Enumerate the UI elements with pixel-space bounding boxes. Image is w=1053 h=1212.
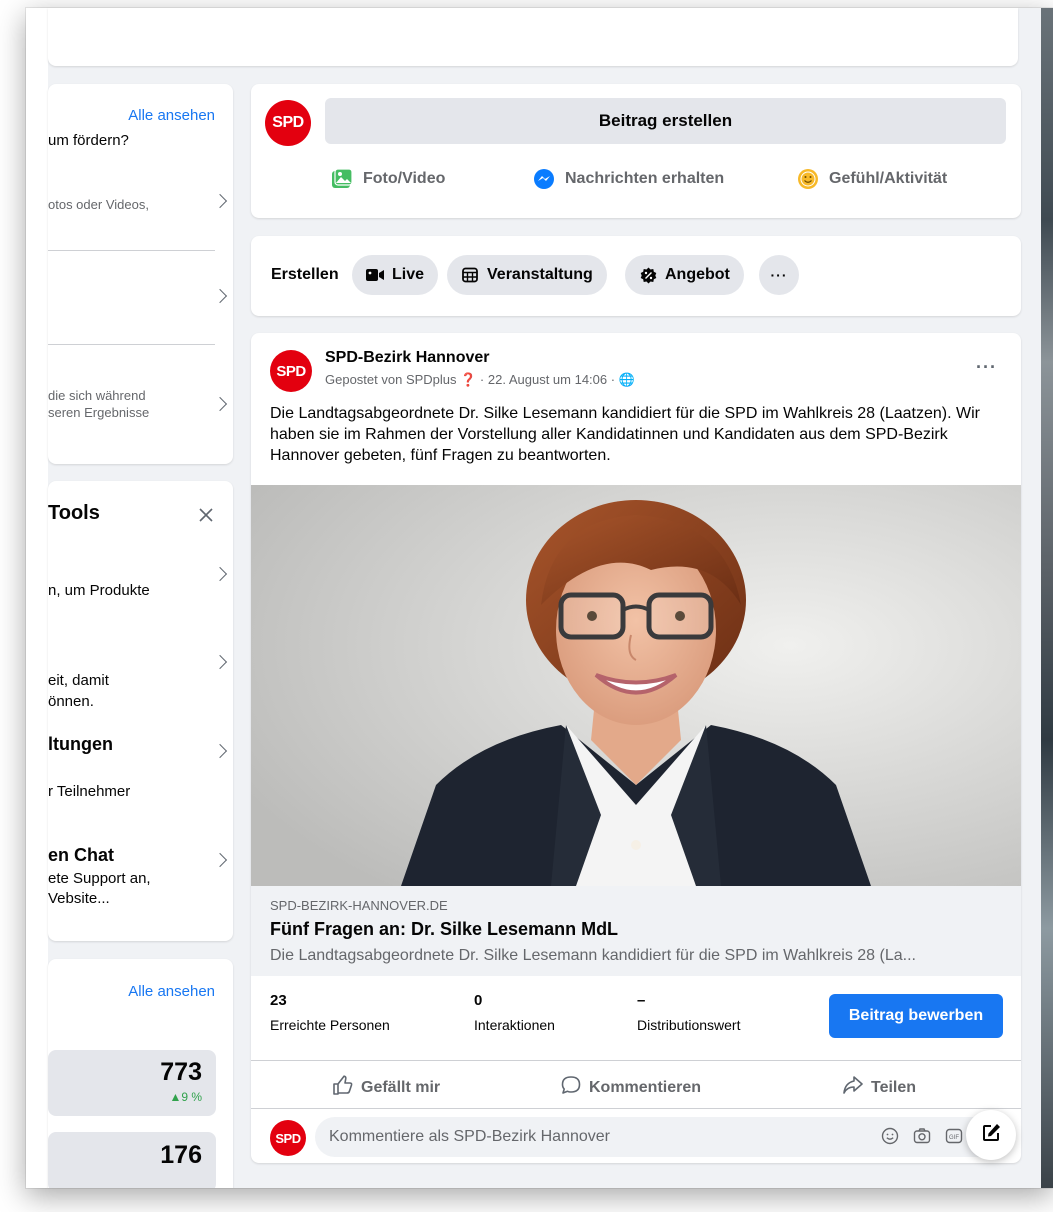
- divider: [48, 250, 215, 251]
- live-label: Live: [392, 266, 425, 283]
- gif-icon[interactable]: GIF: [945, 1127, 963, 1150]
- post-actions: Gefällt mir Kommentieren Teilen: [251, 1060, 1021, 1108]
- insight-stat-1[interactable]: 773 ▲9 %: [48, 1050, 216, 1116]
- post-more-button[interactable]: ···: [976, 357, 997, 378]
- tools-item-4-line2: Vebsite...: [48, 890, 110, 907]
- link-domain: SPD-BEZIRK-HANNOVER.DE: [270, 898, 448, 913]
- link-description: Die Landtagsabgeordnete Dr. Silke Lesema…: [270, 947, 916, 964]
- new-message-button[interactable]: [966, 1110, 1016, 1160]
- live-button[interactable]: Live: [352, 255, 439, 295]
- post-author-avatar[interactable]: SPD: [270, 350, 312, 392]
- suggestion-item-3-line2[interactable]: seren Ergebnisse: [48, 405, 149, 420]
- calendar-icon: [461, 267, 479, 283]
- suggestion-item-3-line1[interactable]: die sich während: [48, 388, 146, 403]
- create-label: Erstellen: [271, 266, 339, 283]
- suggestion-item-1[interactable]: otos oder Videos,: [48, 197, 149, 212]
- feeling-icon: [797, 168, 819, 190]
- post-composer: SPD Beitrag erstellen Foto/Video Nachric…: [251, 84, 1021, 218]
- close-icon[interactable]: [198, 507, 214, 523]
- chevron-right-icon[interactable]: [212, 743, 228, 759]
- chevron-right-icon[interactable]: [212, 852, 228, 868]
- comment-tools: GIF: [881, 1127, 963, 1150]
- comment-label: Kommentieren: [589, 1078, 702, 1096]
- chevron-right-icon[interactable]: [212, 396, 228, 412]
- get-messages-label: Nachrichten erhalten: [565, 170, 725, 187]
- tools-item-2-line1[interactable]: eit, damit: [48, 672, 109, 689]
- background-strip: [1041, 8, 1053, 1188]
- svg-text:GIF: GIF: [949, 1135, 959, 1141]
- distribution-value: –: [637, 992, 646, 1009]
- offer-icon: [639, 267, 657, 283]
- suggestions-card: Alle ansehen um fördern? otos oder Video…: [48, 84, 233, 464]
- photo-video-icon: [331, 168, 353, 190]
- commenter-avatar[interactable]: SPD: [270, 1120, 306, 1156]
- post-image[interactable]: [251, 485, 1021, 886]
- post-text: Die Landtagsabgeordnete Dr. Silke Lesema…: [270, 405, 980, 464]
- stat-change: ▲9 %: [169, 1090, 202, 1104]
- page-avatar[interactable]: SPD: [265, 100, 311, 146]
- event-label: Veranstaltung: [487, 266, 593, 283]
- feeling-activity-label: Gefühl/Aktivität: [829, 170, 948, 187]
- tools-item-2-line2[interactable]: önnen.: [48, 693, 94, 710]
- tools-item-1[interactable]: n, um Produkte: [48, 582, 150, 599]
- tools-item-3-title[interactable]: ltungen: [48, 734, 113, 755]
- stat-value: 176: [160, 1141, 202, 1169]
- reach-label: Erreichte Personen: [270, 1017, 390, 1033]
- post-card: SPD SPD-Bezirk Hannover Gepostet von SPD…: [251, 333, 1021, 1163]
- engagement-label: Interaktionen: [474, 1017, 555, 1033]
- insight-stat-2[interactable]: 176: [48, 1132, 216, 1188]
- window-left-edge: [26, 8, 48, 1188]
- engagement-value: 0: [474, 992, 483, 1009]
- emoji-icon[interactable]: [881, 1127, 899, 1150]
- tools-item-3-subtitle: r Teilnehmer: [48, 783, 131, 800]
- portrait-image: [251, 485, 1021, 886]
- card-subtitle: um fördern?: [48, 132, 129, 149]
- browser-window: Alle ansehen um fördern? otos oder Video…: [26, 8, 1053, 1188]
- promote-post-button[interactable]: Beitrag bewerben: [829, 994, 1003, 1038]
- share-button[interactable]: Teilen: [843, 1075, 916, 1100]
- see-all-link[interactable]: Alle ansehen: [128, 983, 215, 1000]
- offer-button[interactable]: Angebot: [625, 255, 744, 295]
- tools-title: Tools: [48, 502, 100, 524]
- compose-icon: [980, 1122, 1002, 1149]
- comment-icon: [561, 1075, 581, 1100]
- like-label: Gefällt mir: [361, 1078, 441, 1096]
- share-label: Teilen: [871, 1078, 917, 1096]
- comment-button[interactable]: Kommentieren: [561, 1075, 701, 1100]
- post-meta: Gepostet von SPDplus ❓ · 22. August um 1…: [325, 372, 635, 387]
- tools-item-4-line1: ete Support an,: [48, 870, 151, 887]
- chevron-right-icon[interactable]: [212, 288, 228, 304]
- tools-item-4-title[interactable]: en Chat: [48, 845, 114, 866]
- live-video-icon: [366, 267, 384, 283]
- link-title: Fünf Fragen an: Dr. Silke Lesemann MdL: [270, 919, 619, 939]
- create-bar: Erstellen Live Veranstaltung Angebot ···: [251, 236, 1021, 316]
- divider: [48, 344, 215, 345]
- create-post-button[interactable]: Beitrag erstellen: [325, 98, 1006, 144]
- get-messages-action[interactable]: Nachrichten erhalten: [533, 168, 724, 190]
- chevron-right-icon[interactable]: [212, 654, 228, 670]
- distribution-label: Distributionswert: [637, 1017, 741, 1033]
- stat-value: 773: [160, 1058, 202, 1086]
- see-all-link[interactable]: Alle ansehen: [128, 107, 215, 124]
- post-stats: 23 Erreichte Personen 0 Interaktionen – …: [251, 976, 1021, 1060]
- thumbs-up-icon: [333, 1075, 353, 1100]
- post-author-name[interactable]: SPD-Bezirk Hannover: [325, 349, 490, 367]
- reach-value: 23: [270, 992, 287, 1009]
- like-button[interactable]: Gefällt mir: [333, 1075, 440, 1100]
- camera-icon[interactable]: [913, 1127, 931, 1150]
- link-preview[interactable]: SPD-BEZIRK-HANNOVER.DE Fünf Fragen an: D…: [251, 886, 1021, 976]
- photo-video-label: Foto/Video: [363, 170, 446, 187]
- tools-card: Tools n, um Produkte eit, damit önnen. l…: [48, 481, 233, 941]
- chevron-right-icon[interactable]: [212, 566, 228, 582]
- event-button[interactable]: Veranstaltung: [447, 255, 607, 295]
- share-icon: [843, 1075, 863, 1100]
- messenger-icon: [533, 168, 555, 190]
- feeling-activity-action[interactable]: Gefühl/Aktivität: [797, 168, 947, 190]
- more-options-button[interactable]: ···: [759, 255, 799, 295]
- comment-composer: SPD Kommentiere als SPD-Bezirk Hannover …: [251, 1108, 1021, 1163]
- chevron-right-icon[interactable]: [212, 193, 228, 209]
- photo-video-action[interactable]: Foto/Video: [331, 168, 445, 190]
- offer-label: Angebot: [665, 266, 730, 283]
- top-card: [48, 8, 1018, 66]
